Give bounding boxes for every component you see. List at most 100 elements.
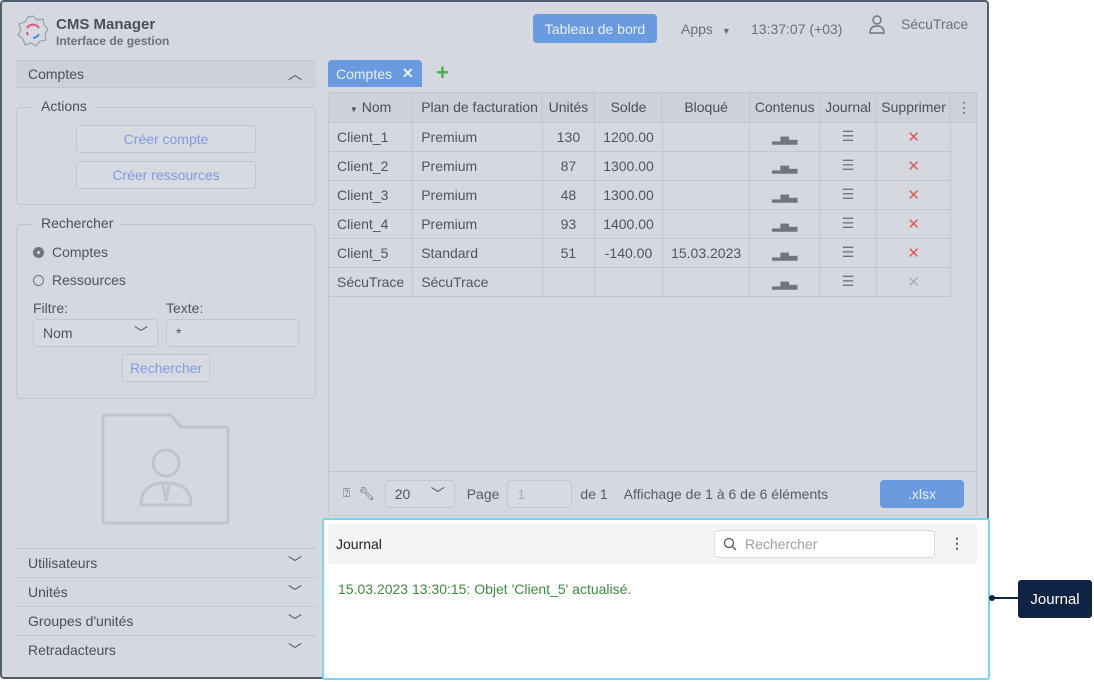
search-placeholder: Rechercher bbox=[745, 536, 818, 552]
delete-icon[interactable]: ✕ bbox=[907, 129, 920, 146]
filter-label: Filtre: bbox=[33, 300, 68, 316]
list-icon[interactable]: ☰ bbox=[842, 186, 855, 202]
cell-journal: ☰ bbox=[819, 209, 877, 239]
radio-accounts[interactable]: Comptes bbox=[33, 244, 108, 260]
wrench-icon[interactable]: 🔧︎ bbox=[358, 486, 375, 502]
chevron-down-icon: ﹀ bbox=[134, 325, 148, 341]
user-icon[interactable] bbox=[868, 14, 886, 34]
accordion-units[interactable]: Unités ﹀ bbox=[16, 577, 316, 606]
clock: 13:37:07 (+03) bbox=[751, 21, 843, 37]
cell-journal: ☰ bbox=[819, 151, 877, 181]
radio-unchecked-icon bbox=[33, 274, 44, 286]
cell-delete: ✕ bbox=[876, 180, 952, 210]
radio-resources[interactable]: Ressources bbox=[33, 272, 126, 288]
bar-chart-icon[interactable]: ▂▅▃ bbox=[772, 191, 797, 203]
cell-plan: Premium bbox=[412, 122, 543, 152]
accordion-retranslators[interactable]: Retradacteurs ﹀ bbox=[16, 635, 316, 664]
dashboard-button[interactable]: Tableau de bord bbox=[533, 14, 657, 43]
tab-comptes[interactable]: Comptes ✕ bbox=[328, 60, 422, 87]
section-title: Comptes bbox=[28, 66, 85, 82]
filter-select[interactable]: Nom ﹀ bbox=[33, 319, 158, 347]
col-blocked[interactable]: Bloqué bbox=[662, 93, 751, 123]
actions-legend: Actions bbox=[35, 98, 93, 114]
accounts-table: ▼ Nom Plan de facturation Unités Solde B… bbox=[329, 93, 976, 297]
cell-delete: ✕ bbox=[876, 209, 952, 239]
section-comptes-header[interactable]: Comptes ︿ bbox=[16, 60, 316, 88]
cell-contents: ▂▅▃ bbox=[749, 238, 821, 268]
journal-search-input[interactable]: Rechercher bbox=[714, 530, 935, 558]
delete-icon[interactable]: ✕ bbox=[907, 245, 920, 262]
app-title: CMS Manager bbox=[56, 16, 156, 33]
table-row[interactable]: Client_5 Standard 51 -140.00 15.03.2023 ▂▅▃ ☰ ✕ bbox=[329, 238, 976, 268]
user-name[interactable]: SécuTrace bbox=[901, 16, 968, 32]
list-icon[interactable]: ☰ bbox=[842, 157, 855, 173]
text-input[interactable]: * bbox=[166, 319, 299, 347]
col-units[interactable]: Unités bbox=[542, 93, 595, 123]
delete-icon[interactable]: ✕ bbox=[907, 158, 920, 175]
list-icon[interactable]: ☰ bbox=[842, 273, 855, 289]
list-icon[interactable]: ☰ bbox=[842, 244, 855, 260]
close-icon[interactable]: ✕ bbox=[402, 65, 414, 82]
delete-icon[interactable]: ✕ bbox=[907, 187, 920, 204]
accordion-unit-groups[interactable]: Groupes d'unités ﹀ bbox=[16, 606, 316, 635]
delete-icon[interactable]: ✕ bbox=[907, 216, 920, 233]
search-button[interactable]: Rechercher bbox=[122, 354, 210, 382]
bar-chart-icon[interactable]: ▂▅▃ bbox=[772, 278, 797, 290]
journal-menu-icon[interactable]: ⋮ bbox=[950, 535, 964, 552]
col-plan[interactable]: Plan de facturation bbox=[412, 93, 543, 123]
cell-journal: ☰ bbox=[819, 122, 877, 152]
cell-journal: ☰ bbox=[819, 238, 877, 268]
col-nom[interactable]: ▼ Nom bbox=[329, 93, 414, 123]
bar-chart-icon[interactable]: ▂▅▃ bbox=[772, 133, 797, 145]
logo-icon bbox=[17, 15, 49, 47]
list-icon[interactable]: ☰ bbox=[842, 128, 855, 144]
table-row[interactable]: Client_2 Premium 87 1300.00 ▂▅▃ ☰ ✕ bbox=[329, 151, 976, 181]
cell-units: 48 bbox=[542, 180, 595, 210]
journal-title: Journal bbox=[336, 536, 382, 552]
delete-icon: ✕ bbox=[907, 273, 920, 291]
col-contents[interactable]: Contenus bbox=[749, 93, 821, 123]
column-menu-icon[interactable]: ⋮ bbox=[950, 93, 976, 123]
journal-entry: 15.03.2023 13:30:15: Objet 'Client_5' ac… bbox=[338, 581, 632, 597]
radio-label: Ressources bbox=[52, 272, 126, 288]
create-account-button[interactable]: Créer compte bbox=[76, 125, 256, 153]
accordion-label: Unités bbox=[28, 584, 68, 600]
bar-chart-icon[interactable]: ▂▅▃ bbox=[772, 249, 797, 261]
page-input[interactable]: 1 bbox=[507, 479, 573, 508]
accounts-grid: ▼ Nom Plan de facturation Unités Solde B… bbox=[328, 92, 977, 516]
cell-delete: ✕ bbox=[876, 238, 952, 268]
col-journal[interactable]: Journal bbox=[819, 93, 877, 123]
cell-blocked bbox=[662, 267, 751, 297]
col-balance[interactable]: Solde bbox=[594, 93, 664, 123]
cell-plan: Premium bbox=[412, 151, 543, 181]
bar-chart-icon[interactable]: ▂▅▃ bbox=[772, 220, 797, 232]
create-resources-button[interactable]: Créer ressources bbox=[76, 161, 256, 189]
chevron-down-icon: ﹀ bbox=[430, 485, 445, 502]
table-row[interactable]: Client_1 Premium 130 1200.00 ▂▅▃ ☰ ✕ bbox=[329, 122, 976, 152]
cell-name: Client_3 bbox=[329, 180, 414, 210]
cell-units: 51 bbox=[542, 238, 595, 268]
cell-plan: Standard bbox=[412, 238, 543, 268]
list-icon[interactable]: ☰ bbox=[842, 215, 855, 231]
fit-columns-icon[interactable]: ⍰ bbox=[343, 486, 350, 501]
table-row[interactable]: Client_3 Premium 48 1300.00 ▂▅▃ ☰ ✕ bbox=[329, 180, 976, 210]
page-size-select[interactable]: 20 ﹀ bbox=[384, 479, 455, 508]
accordion-label: Groupes d'unités bbox=[28, 613, 134, 629]
journal-header: Journal Rechercher ⋮ bbox=[328, 524, 977, 564]
apps-menu[interactable]: Apps ▼ bbox=[681, 21, 731, 37]
col-delete[interactable]: Supprimer bbox=[876, 93, 952, 123]
add-tab-icon[interactable]: + bbox=[436, 60, 449, 86]
cell-contents: ▂▅▃ bbox=[749, 151, 821, 181]
accordion-users[interactable]: Utilisateurs ﹀ bbox=[16, 548, 316, 577]
export-xlsx-button[interactable]: .xlsx bbox=[880, 480, 964, 508]
table-row[interactable]: SécuTrace SécuTrace ▂▅▃ ☰ ✕ bbox=[329, 267, 976, 297]
accordion-label: Utilisateurs bbox=[28, 555, 98, 571]
bar-chart-icon[interactable]: ▂▅▃ bbox=[772, 162, 797, 174]
table-row[interactable]: Client_4 Premium 93 1400.00 ▂▅▃ ☰ ✕ bbox=[329, 209, 976, 239]
search-group: Rechercher Comptes Ressources Filtre: Te… bbox=[16, 215, 316, 399]
cell-journal: ☰ bbox=[819, 267, 877, 297]
cell-contents: ▂▅▃ bbox=[749, 209, 821, 239]
cell-plan: Premium bbox=[412, 209, 543, 239]
cell-plan: Premium bbox=[412, 180, 543, 210]
cell-blocked bbox=[662, 151, 751, 181]
